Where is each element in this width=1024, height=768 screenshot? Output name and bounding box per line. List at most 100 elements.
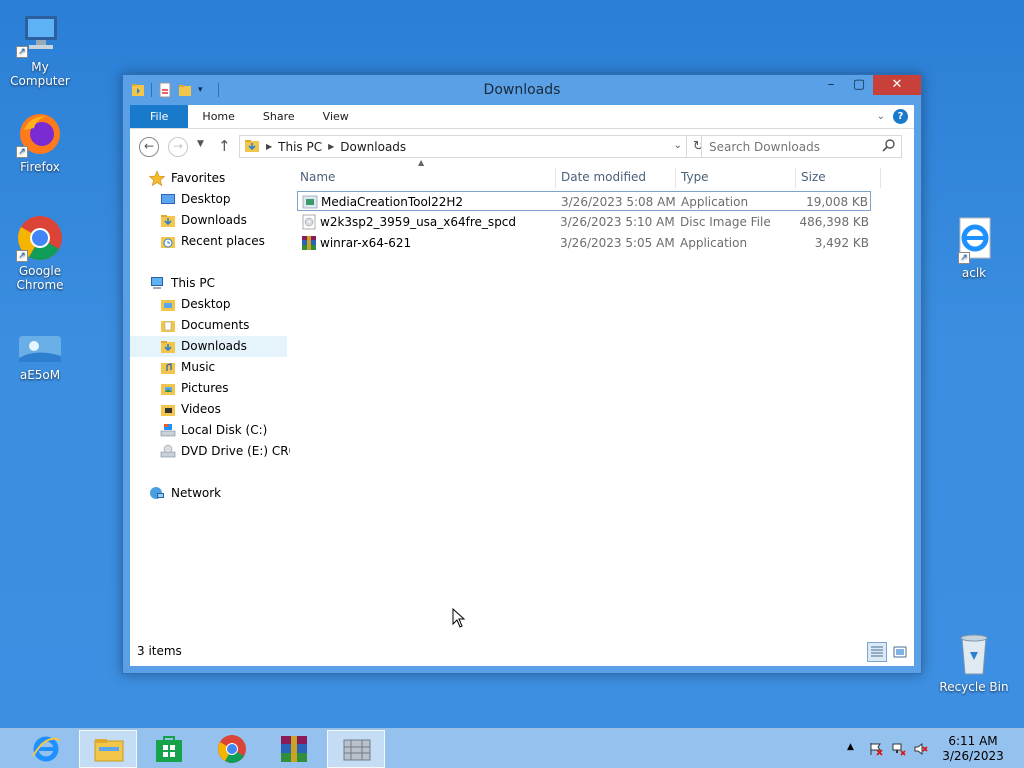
nav-label: Desktop (181, 297, 231, 311)
desktop-icon-label: aclk (961, 266, 987, 280)
internet-explorer-icon (30, 734, 62, 764)
file-row[interactable]: w2k3sp2_3959_usa_x64fre_spcd 3/26/2023 5… (297, 212, 871, 232)
window-controls: – ▢ ✕ (817, 75, 921, 95)
action-center-flag-icon[interactable] (869, 742, 883, 756)
column-header-date[interactable]: Date modified (561, 165, 646, 189)
nav-this-pc-documents[interactable]: Documents (130, 315, 287, 336)
taskbar-winrar[interactable] (265, 730, 323, 768)
column-divider[interactable] (555, 168, 556, 188)
explorer-body: ← → ▼ ↑ ▶ This PC ▶ Downloads ⌄ ↻ Favori… (130, 129, 914, 666)
title-bar[interactable]: ▾ Downloads – ▢ ✕ (123, 75, 921, 105)
clock[interactable]: 6:11 AM 3/26/2023 (938, 734, 1008, 764)
back-button[interactable]: ← (139, 137, 159, 157)
tab-view[interactable]: View (309, 105, 363, 128)
search-input[interactable] (701, 135, 902, 158)
nav-network[interactable]: Network (130, 483, 287, 504)
taskbar-google-chrome[interactable] (203, 730, 261, 768)
minimize-button[interactable]: – (817, 75, 845, 95)
nav-label: This PC (171, 276, 215, 290)
tab-share[interactable]: Share (249, 105, 309, 128)
up-button[interactable]: ↑ (218, 137, 231, 155)
file-row[interactable]: MediaCreationTool22H2 3/26/2023 5:08 AM … (297, 191, 871, 211)
nav-this-pc-dvd-drive[interactable]: DVD Drive (E:) CR0SF (130, 441, 290, 462)
column-divider[interactable] (795, 168, 796, 188)
help-icon[interactable]: ? (893, 109, 908, 124)
desktop-icon-ae5om[interactable]: aE5oM (0, 330, 80, 382)
nav-label: Favorites (171, 171, 226, 185)
nav-favorites[interactable]: Favorites (130, 168, 287, 189)
show-hidden-icons-icon[interactable]: ▲ (847, 742, 861, 756)
taskbar-app-window[interactable] (327, 730, 385, 768)
search-icon[interactable] (881, 138, 897, 154)
navigation-pane: Favorites Desktop Downloads Recent place… (130, 165, 290, 636)
maximize-button[interactable]: ▢ (845, 75, 873, 95)
nav-this-pc-desktop[interactable]: Desktop (130, 294, 287, 315)
desktop-icon-firefox[interactable]: ↗ Firefox (0, 110, 80, 174)
nav-label: Downloads (181, 213, 247, 227)
details-view-button[interactable] (867, 642, 887, 662)
breadcrumb-downloads[interactable]: Downloads (340, 140, 406, 154)
application-window-icon (341, 735, 373, 765)
nav-label: Downloads (181, 339, 247, 353)
nav-this-pc-pictures[interactable]: Pictures (130, 378, 287, 399)
chrome-icon: ↗ (16, 214, 64, 262)
clock-time: 6:11 AM (948, 734, 998, 748)
nav-this-pc-downloads[interactable]: Downloads (130, 336, 287, 357)
tab-file[interactable]: File (130, 105, 189, 128)
shortcut-arrow-icon: ↗ (16, 250, 28, 262)
forward-button[interactable]: → (168, 137, 188, 157)
expand-ribbon-icon[interactable]: ⌄ (877, 111, 885, 122)
column-header-size[interactable]: Size (801, 165, 826, 189)
nav-favorites-recent-places[interactable]: Recent places (130, 231, 287, 252)
column-header-name[interactable]: Name (300, 165, 335, 189)
tab-home[interactable]: Home (188, 105, 248, 128)
nav-favorites-desktop[interactable]: Desktop (130, 189, 287, 210)
application-icon (302, 194, 318, 210)
file-size: 3,492 KB (814, 236, 869, 250)
large-icons-view-button[interactable] (890, 642, 910, 662)
system-tray: ▲ 6:11 AM 3/26/2023 (844, 729, 1024, 768)
desktop-icon-recycle-bin[interactable]: Recycle Bin (934, 630, 1014, 694)
nav-label: Videos (181, 402, 221, 416)
file-list: ▲ Name Date modified Type Size MediaCrea… (295, 158, 914, 636)
desktop-icon-aclk[interactable]: ↗ aclk (934, 216, 1014, 280)
nav-label: Documents (181, 318, 250, 332)
file-date: 3/26/2023 5:08 AM (561, 195, 676, 209)
nav-this-pc-music[interactable]: Music (130, 357, 287, 378)
desktop-icon-my-computer[interactable]: ↗ My Computer (0, 10, 80, 88)
file-date: 3/26/2023 5:05 AM (560, 236, 675, 250)
navigation-bar: ← → ▼ ↑ ▶ This PC ▶ Downloads ⌄ ↻ (130, 129, 914, 165)
breadcrumb-chevron-icon[interactable]: ▶ (328, 142, 334, 151)
recent-locations-dropdown-icon[interactable]: ▼ (197, 139, 204, 149)
column-header-type[interactable]: Type (681, 165, 709, 189)
address-bar[interactable]: ▶ This PC ▶ Downloads ⌄ (239, 135, 687, 158)
close-button[interactable]: ✕ (873, 75, 921, 95)
nav-label: Local Disk (C:) (181, 423, 268, 437)
address-dropdown-icon[interactable]: ⌄ (674, 140, 682, 151)
column-divider[interactable] (675, 168, 676, 188)
nav-label: Desktop (181, 192, 231, 206)
desktop-icon-google-chrome[interactable]: ↗ Google Chrome (0, 214, 80, 292)
star-icon (148, 170, 166, 187)
network-status-icon[interactable] (892, 742, 906, 756)
firefox-icon: ↗ (16, 110, 64, 158)
taskbar-file-explorer[interactable] (79, 730, 137, 768)
recycle-bin-icon (950, 630, 998, 678)
nav-this-pc[interactable]: This PC (130, 273, 287, 294)
file-date: 3/26/2023 5:10 AM (560, 215, 675, 229)
nav-favorites-downloads[interactable]: Downloads (130, 210, 287, 231)
breadcrumb-this-pc[interactable]: This PC (278, 140, 322, 154)
nav-label: Recent places (181, 234, 265, 248)
breadcrumb-chevron-icon[interactable]: ▶ (266, 142, 272, 151)
recent-places-icon (160, 234, 176, 249)
taskbar-internet-explorer[interactable] (17, 730, 75, 768)
file-type: Application (680, 236, 748, 250)
nav-this-pc-local-disk[interactable]: Local Disk (C:) (130, 420, 287, 441)
file-row[interactable]: winrar-x64-621 3/26/2023 5:05 AM Applica… (297, 233, 871, 253)
shortcut-arrow-icon: ↗ (16, 46, 28, 58)
desktop-icon-label: aE5oM (19, 368, 61, 382)
taskbar-store[interactable] (140, 730, 198, 768)
volume-muted-icon[interactable] (914, 742, 928, 756)
nav-this-pc-videos[interactable]: Videos (130, 399, 287, 420)
column-divider[interactable] (880, 168, 881, 188)
